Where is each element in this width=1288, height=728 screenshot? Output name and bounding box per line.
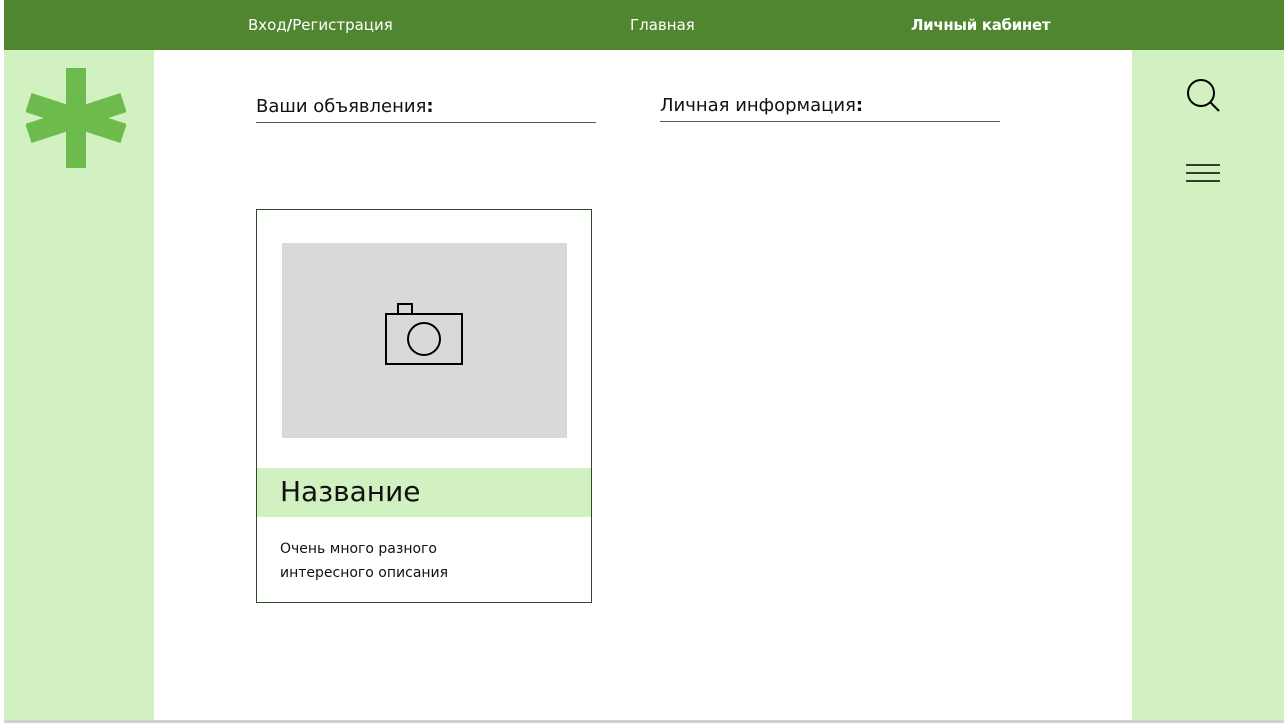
listing-title[interactable]: Название [280, 476, 421, 508]
description-line-2: интересного описания [280, 565, 449, 581]
listing-title-bar: Название [257, 468, 591, 517]
asterisk-logo-icon[interactable] [26, 68, 126, 168]
info-label-text: Личная информация [660, 95, 856, 116]
hamburger-menu-icon[interactable] [1186, 162, 1220, 184]
info-label-colon: : [855, 95, 864, 116]
home-link[interactable]: Главная [630, 16, 695, 34]
account-link[interactable]: Личный кабинет [911, 16, 1051, 34]
camera-icon [385, 303, 463, 365]
register-link-label[interactable]: Регистрация [292, 16, 393, 34]
login-link-label[interactable]: Вход [248, 16, 287, 34]
search-icon[interactable] [1186, 78, 1222, 114]
personal-info-section-label[interactable]: Личная информация: [660, 95, 863, 117]
listing-card[interactable]: Название Очень много разного интересного… [256, 209, 592, 603]
description-line-1: Очень много разного [280, 541, 437, 557]
ads-section-label: Ваши объявления: [256, 96, 434, 118]
ads-label-text: Ваши объявления [256, 96, 427, 117]
ads-label-colon: : [426, 96, 434, 117]
left-sidebar [4, 50, 154, 720]
right-sidebar [1132, 50, 1284, 720]
personal-info-underline [660, 121, 1000, 122]
top-navigation-bar: Вход/Регистрация Главная Личный кабинет [4, 0, 1284, 50]
page: Вход/Регистрация Главная Личный кабинет … [4, 0, 1284, 720]
listing-description: Очень много разного интересного описания [280, 537, 520, 585]
login-register-link[interactable]: Вход/Регистрация [248, 16, 393, 34]
page-bottom-shadow [4, 720, 1284, 723]
listing-image-placeholder [282, 243, 567, 438]
ads-section-underline [256, 122, 596, 123]
